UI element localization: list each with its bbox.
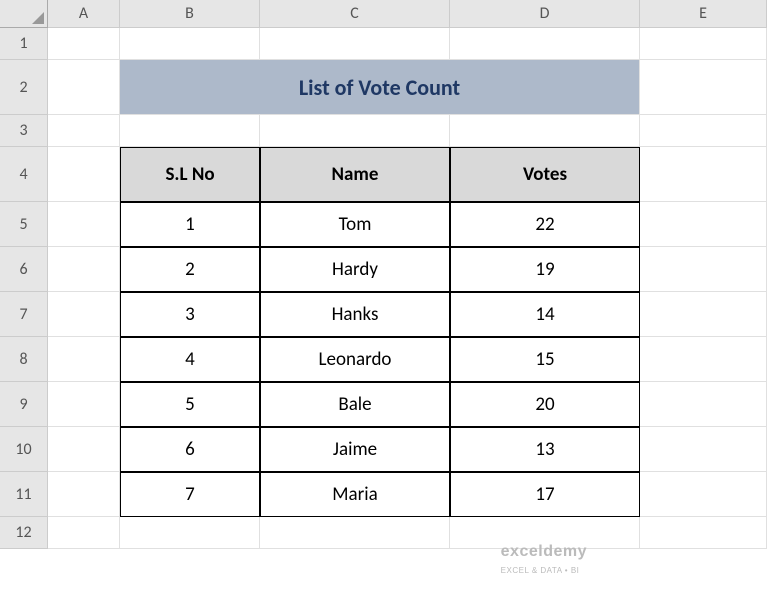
row-header-8[interactable]: 8 [0,337,48,382]
row-header-1[interactable]: 1 [0,28,48,60]
cell-E8[interactable] [640,337,767,382]
table-row[interactable]: 4 [120,337,260,382]
table-header-votes[interactable]: Votes [450,147,640,202]
table-row[interactable]: Bale [260,382,450,427]
row-header-9[interactable]: 9 [0,382,48,427]
cell-A11[interactable] [48,472,120,517]
table-row[interactable]: 1 [120,202,260,247]
cell-A6[interactable] [48,247,120,292]
row-header-3[interactable]: 3 [0,115,48,147]
cell-A3[interactable] [48,115,120,147]
cell-C3[interactable] [260,115,450,147]
table-row[interactable]: 2 [120,247,260,292]
table-row[interactable]: Maria [260,472,450,517]
table-row[interactable]: Tom [260,202,450,247]
table-row[interactable]: 14 [450,292,640,337]
watermark: exceldemy EXCEL & DATA • BI [501,543,587,576]
row-header-12[interactable]: 12 [0,517,48,549]
table-row[interactable]: 6 [120,427,260,472]
row-header-11[interactable]: 11 [0,472,48,517]
table-row[interactable]: 22 [450,202,640,247]
row-header-5[interactable]: 5 [0,202,48,247]
cell-D1[interactable] [450,28,640,60]
cell-B12[interactable] [120,517,260,549]
col-header-E[interactable]: E [640,0,767,28]
table-header-sl[interactable]: S.L No [120,147,260,202]
row-header-4[interactable]: 4 [0,147,48,202]
cell-A1[interactable] [48,28,120,60]
col-header-C[interactable]: C [260,0,450,28]
table-row[interactable]: 13 [450,427,640,472]
col-header-D[interactable]: D [450,0,640,28]
cell-B3[interactable] [120,115,260,147]
select-all-corner[interactable] [0,0,48,28]
cell-E1[interactable] [640,28,767,60]
watermark-subtext: EXCEL & DATA • BI [501,566,580,575]
cell-A10[interactable] [48,427,120,472]
cell-A7[interactable] [48,292,120,337]
cell-C12[interactable] [260,517,450,549]
cell-A5[interactable] [48,202,120,247]
spreadsheet-grid: A B C D E 1 2 List of Vote Count 3 4 S.L… [0,0,767,549]
cell-A12[interactable] [48,517,120,549]
table-row[interactable]: 17 [450,472,640,517]
table-row[interactable]: 15 [450,337,640,382]
table-row[interactable]: 20 [450,382,640,427]
cell-E6[interactable] [640,247,767,292]
row-header-2[interactable]: 2 [0,60,48,115]
table-row[interactable]: Hardy [260,247,450,292]
table-row[interactable]: Leonardo [260,337,450,382]
cell-A4[interactable] [48,147,120,202]
table-header-name[interactable]: Name [260,147,450,202]
col-header-A[interactable]: A [48,0,120,28]
cell-E2[interactable] [640,60,767,115]
row-header-7[interactable]: 7 [0,292,48,337]
cell-E5[interactable] [640,202,767,247]
cell-E9[interactable] [640,382,767,427]
cell-A2[interactable] [48,60,120,115]
table-row[interactable]: 7 [120,472,260,517]
row-header-10[interactable]: 10 [0,427,48,472]
cell-D3[interactable] [450,115,640,147]
cell-A8[interactable] [48,337,120,382]
row-header-6[interactable]: 6 [0,247,48,292]
table-row[interactable]: 19 [450,247,640,292]
cell-A9[interactable] [48,382,120,427]
col-header-B[interactable]: B [120,0,260,28]
watermark-text: exceldemy [501,543,587,560]
table-row[interactable]: 5 [120,382,260,427]
cell-E4[interactable] [640,147,767,202]
cell-B1[interactable] [120,28,260,60]
table-row[interactable]: Hanks [260,292,450,337]
table-row[interactable]: 3 [120,292,260,337]
cell-E7[interactable] [640,292,767,337]
cell-E12[interactable] [640,517,767,549]
cell-E11[interactable] [640,472,767,517]
cell-E3[interactable] [640,115,767,147]
table-title[interactable]: List of Vote Count [120,60,640,115]
cell-E10[interactable] [640,427,767,472]
table-row[interactable]: Jaime [260,427,450,472]
cell-C1[interactable] [260,28,450,60]
